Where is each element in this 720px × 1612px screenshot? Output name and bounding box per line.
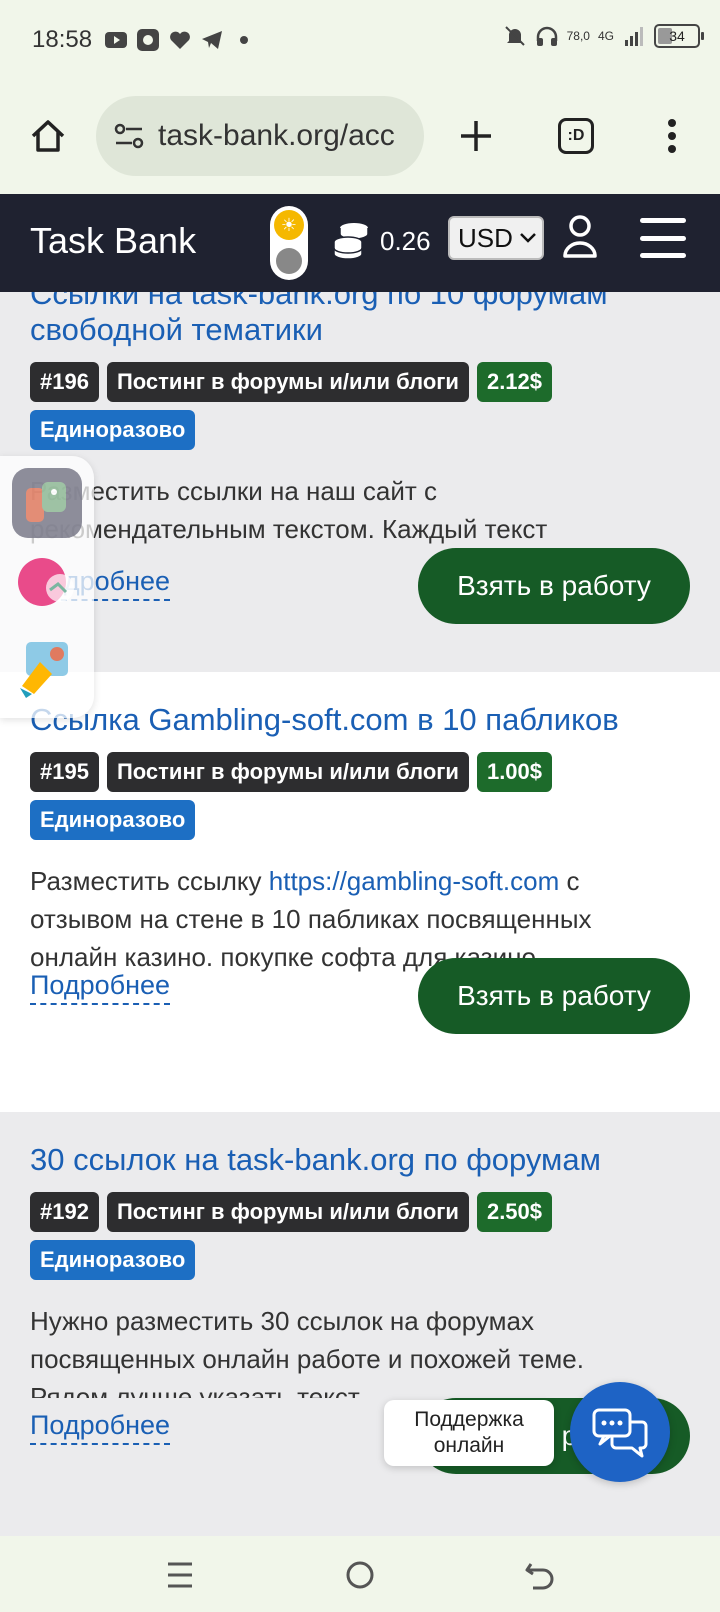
task-price-badge: 2.12$ bbox=[476, 362, 553, 402]
headphones-icon bbox=[535, 24, 559, 48]
task-tags: #192 Постинг в форумы и/или блоги 2.50$ … bbox=[30, 1192, 690, 1280]
user-icon bbox=[563, 215, 597, 258]
site-settings-icon[interactable] bbox=[114, 123, 144, 149]
currency-value: USD bbox=[458, 222, 513, 253]
details-link[interactable]: Подробнее bbox=[30, 1410, 171, 1445]
status-bar: 18:58 78,0 4G 34 bbox=[0, 0, 720, 84]
balance-value: 0.26 bbox=[380, 226, 431, 256]
network-type: 4G bbox=[597, 29, 614, 43]
android-app-icon bbox=[26, 482, 66, 522]
take-task-button[interactable]: Взять в работу bbox=[418, 548, 690, 624]
browser-menu-button[interactable] bbox=[640, 104, 704, 168]
chat-icon bbox=[592, 1408, 648, 1458]
task-card: Ссылки на task-bank.org по 10 форумам сво… bbox=[0, 292, 720, 672]
task-frequency-badge: Единоразово bbox=[30, 1240, 196, 1280]
signal-icon bbox=[622, 24, 646, 48]
task-id-badge: #195 bbox=[30, 752, 99, 792]
task-price-badge: 1.00$ bbox=[476, 752, 553, 792]
system-icons: 78,0 4G 34 bbox=[503, 24, 704, 48]
task-card: Ссылка Gambling-soft.com в 10 пабликов #… bbox=[0, 672, 720, 1112]
task-id-badge: #192 bbox=[30, 1192, 99, 1232]
floating-app-button[interactable] bbox=[12, 632, 82, 702]
more-notifications-dot-icon bbox=[232, 28, 256, 52]
battery-icon: 34 bbox=[654, 24, 704, 48]
back-button[interactable] bbox=[515, 1550, 565, 1600]
face-app-icon bbox=[18, 558, 74, 606]
url-text: task-bank.org/acc bbox=[158, 119, 395, 152]
chevron-down-icon bbox=[520, 233, 536, 243]
support-chat-button[interactable] bbox=[570, 1382, 670, 1482]
task-frequency-badge: Единоразово bbox=[30, 800, 196, 840]
task-category-badge: Постинг в форумы и/или блоги bbox=[106, 1192, 469, 1232]
sun-icon: ☀ bbox=[274, 210, 304, 240]
details-link[interactable]: Подробнее bbox=[30, 970, 171, 1005]
take-task-button[interactable]: Взять в работу bbox=[418, 958, 690, 1034]
heart-icon bbox=[168, 28, 192, 52]
new-tab-button[interactable] bbox=[444, 104, 508, 168]
support-label[interactable]: Поддержка онлайн bbox=[384, 1400, 554, 1466]
home-circle-icon bbox=[346, 1561, 374, 1589]
description-link[interactable]: https://gambling-soft.com bbox=[269, 866, 559, 896]
task-tags: #196 Постинг в форумы и/или блоги 2.12$ … bbox=[30, 362, 690, 450]
tab-switcher-button[interactable]: :D bbox=[544, 104, 608, 168]
task-price-badge: 2.50$ bbox=[476, 1192, 553, 1232]
home-icon bbox=[31, 120, 65, 152]
task-description: Разместить ссылки на наш сайт с рекоменда… bbox=[30, 476, 548, 544]
task-description: Нужно разместить 30 ссылок на форумах пос… bbox=[30, 1306, 584, 1398]
site-header: Task Bank ☀ 0.26 USD bbox=[0, 194, 720, 292]
coins-icon bbox=[332, 220, 372, 265]
address-bar[interactable]: task-bank.org/acc bbox=[96, 96, 424, 176]
system-nav-bar bbox=[0, 1536, 720, 1612]
menu-line bbox=[640, 253, 686, 258]
hamburger-menu-button[interactable] bbox=[640, 218, 686, 258]
home-button[interactable] bbox=[16, 104, 80, 168]
browser-toolbar: task-bank.org/acc :D bbox=[0, 84, 720, 194]
currency-select[interactable]: USD bbox=[448, 216, 544, 260]
task-title[interactable]: Ссылки на task-bank.org по 10 форумам сво… bbox=[30, 292, 690, 348]
floating-app-button[interactable] bbox=[12, 468, 82, 538]
user-profile-button[interactable] bbox=[562, 214, 598, 263]
floating-app-button[interactable] bbox=[12, 552, 82, 622]
status-time: 18:58 bbox=[32, 26, 93, 53]
telegram-icon bbox=[200, 28, 224, 52]
task-category-badge: Постинг в форумы и/или блоги bbox=[106, 752, 469, 792]
back-icon bbox=[525, 1563, 554, 1590]
floating-app-dock bbox=[0, 456, 94, 718]
task-id-badge: #196 bbox=[30, 362, 99, 402]
plus-icon bbox=[461, 121, 491, 151]
screenshot-app-icon bbox=[20, 642, 68, 698]
recents-icon bbox=[168, 1562, 192, 1588]
task-tags: #195 Постинг в форумы и/или блоги 1.00$ … bbox=[30, 752, 690, 840]
theme-toggle[interactable]: ☀ bbox=[270, 206, 308, 280]
menu-line bbox=[640, 235, 686, 241]
task-category-badge: Постинг в форумы и/или блоги bbox=[106, 362, 469, 402]
recent-apps-button[interactable] bbox=[155, 1550, 205, 1600]
task-title[interactable]: 30 ссылок на task-bank.org по форумам bbox=[30, 1142, 690, 1178]
app-notification-icon bbox=[136, 28, 160, 52]
task-title[interactable]: Ссылка Gambling-soft.com в 10 пабликов bbox=[30, 702, 690, 738]
brand-logo[interactable]: Task Bank bbox=[30, 220, 196, 262]
youtube-icon bbox=[104, 28, 128, 52]
network-speed: 78,0 bbox=[566, 29, 590, 43]
more-vert-icon bbox=[668, 119, 676, 153]
task-frequency-badge: Единоразово bbox=[30, 410, 196, 450]
task-list: Ссылки на task-bank.org по 10 форумам сво… bbox=[0, 292, 720, 1536]
tab-count: :D bbox=[558, 118, 594, 154]
home-nav-button[interactable] bbox=[335, 1550, 385, 1600]
mute-icon bbox=[503, 24, 527, 48]
toggle-knob bbox=[276, 248, 302, 274]
notification-icons bbox=[104, 28, 256, 52]
menu-line bbox=[640, 218, 686, 223]
